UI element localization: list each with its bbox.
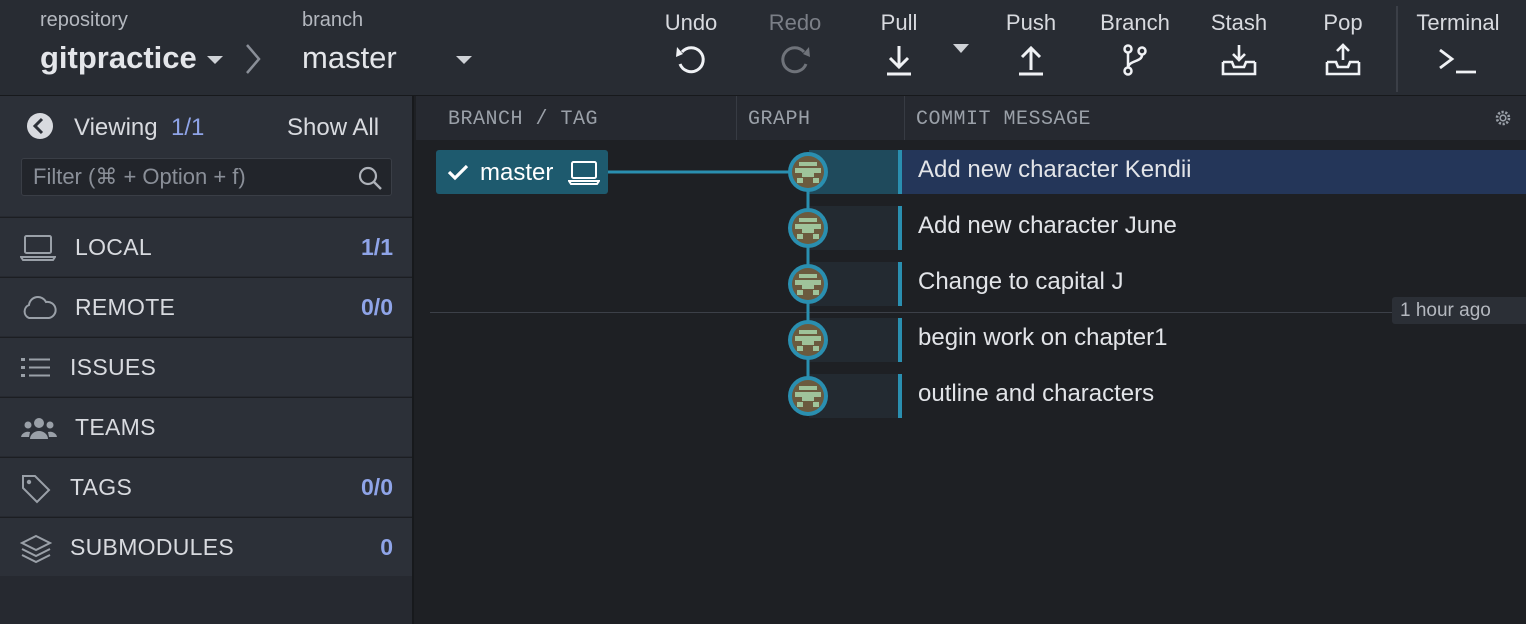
commit-message[interactable]: begin work on chapter1 bbox=[918, 324, 1168, 352]
laptop-icon bbox=[20, 235, 56, 261]
pop-label: Pop bbox=[1323, 10, 1363, 35]
column-header: BRANCH / TAG GRAPH COMMIT MESSAGE bbox=[416, 96, 1526, 140]
commit-node[interactable] bbox=[788, 320, 828, 360]
sidebar-section-teams[interactable]: TEAMS bbox=[0, 397, 412, 456]
redo-label: Redo bbox=[768, 10, 822, 35]
section-label-remote: REMOTE bbox=[75, 294, 176, 320]
section-label-teams: TEAMS bbox=[75, 414, 156, 440]
gear-icon[interactable] bbox=[1493, 108, 1513, 128]
sidebar-section-submodules[interactable]: SUBMODULES 0 bbox=[0, 517, 412, 576]
branch-dropdown-icon[interactable] bbox=[456, 56, 472, 64]
pull-options-icon[interactable] bbox=[953, 44, 969, 53]
checkmark-icon bbox=[447, 164, 469, 181]
sidebar-section-tags[interactable]: TAGS 0/0 bbox=[0, 457, 412, 516]
repository-name[interactable]: gitpractice bbox=[40, 40, 197, 76]
stash-label: Stash bbox=[1210, 10, 1268, 35]
search-icon bbox=[358, 166, 382, 190]
filter-input[interactable] bbox=[21, 158, 392, 196]
sidebar-section-local[interactable]: LOCAL 1/1 bbox=[0, 217, 412, 276]
commit-message[interactable]: Add new character June bbox=[918, 212, 1177, 240]
toolbar-divider bbox=[1396, 6, 1398, 92]
layers-icon bbox=[20, 534, 52, 564]
sidebar-section-issues[interactable]: ISSUES bbox=[0, 337, 412, 396]
undo-button[interactable]: Undo bbox=[646, 10, 736, 90]
cloud-icon bbox=[23, 296, 57, 319]
sidebar-section-remote[interactable]: REMOTE 0/0 bbox=[0, 277, 412, 336]
viewing-count: 1/1 bbox=[171, 114, 205, 141]
sidebar: Viewing 1/1 Show All LOCAL 1/1 REMOTE 0/… bbox=[0, 96, 414, 624]
stash-icon bbox=[1221, 45, 1257, 76]
chevron-right-icon bbox=[246, 44, 261, 74]
pull-label: Pull bbox=[880, 10, 918, 35]
terminal-icon bbox=[1439, 48, 1476, 74]
section-count-local: 1/1 bbox=[361, 234, 393, 260]
pop-icon bbox=[1325, 43, 1361, 76]
commit-node[interactable] bbox=[788, 264, 828, 304]
tag-icon bbox=[22, 475, 51, 504]
show-all-button[interactable]: Show All bbox=[287, 114, 379, 142]
redo-icon bbox=[781, 46, 810, 74]
terminal-label: Terminal bbox=[1416, 10, 1500, 35]
toolbar: repository gitpractice branch master Und… bbox=[0, 0, 1526, 96]
commit-node[interactable] bbox=[788, 152, 828, 192]
column-graph[interactable]: GRAPH bbox=[748, 108, 811, 131]
column-branch-tag[interactable]: BRANCH / TAG bbox=[448, 108, 598, 131]
branch-tag-master[interactable]: master bbox=[436, 150, 608, 194]
commit-message[interactable]: outline and characters bbox=[918, 380, 1154, 408]
undo-icon bbox=[676, 46, 705, 74]
terminal-button[interactable]: Terminal bbox=[1410, 10, 1506, 90]
repository-dropdown-icon[interactable] bbox=[207, 56, 223, 64]
list-icon bbox=[21, 358, 50, 377]
repository-label: repository bbox=[40, 9, 128, 31]
push-button[interactable]: Push bbox=[986, 10, 1076, 90]
column-divider[interactable] bbox=[904, 96, 905, 140]
pop-button[interactable]: Pop bbox=[1298, 10, 1388, 90]
pull-icon bbox=[887, 46, 911, 76]
pull-button[interactable]: Pull bbox=[854, 10, 944, 90]
branch-tag-label: master bbox=[480, 159, 554, 186]
commit-node[interactable] bbox=[788, 208, 828, 248]
git-branch-icon bbox=[1123, 44, 1147, 76]
commit-message[interactable]: Change to capital J bbox=[918, 268, 1123, 296]
column-divider[interactable] bbox=[736, 96, 737, 140]
branch-button-label: Branch bbox=[1100, 10, 1170, 35]
section-label-submodules: SUBMODULES bbox=[70, 534, 235, 560]
push-label: Push bbox=[1005, 10, 1057, 35]
section-label-local: LOCAL bbox=[75, 234, 152, 260]
section-count-submodules: 0 bbox=[380, 534, 393, 560]
laptop-icon bbox=[568, 161, 600, 185]
commit-node[interactable] bbox=[788, 376, 828, 416]
branch-label: branch bbox=[302, 9, 364, 31]
stash-button[interactable]: Stash bbox=[1194, 10, 1284, 90]
viewing-panel: Viewing 1/1 Show All bbox=[0, 96, 412, 216]
undo-label: Undo bbox=[664, 10, 718, 35]
branch-name[interactable]: master bbox=[302, 40, 397, 76]
redo-button[interactable]: Redo bbox=[750, 10, 840, 90]
section-label-tags: TAGS bbox=[70, 474, 133, 500]
section-label-issues: ISSUES bbox=[70, 354, 157, 380]
back-arrow-icon[interactable] bbox=[26, 112, 54, 140]
team-icon bbox=[21, 418, 57, 439]
viewing-label: Viewing bbox=[74, 114, 158, 141]
section-count-remote: 0/0 bbox=[361, 294, 393, 320]
branch-button[interactable]: Branch bbox=[1090, 10, 1180, 90]
time-marker: 1 hour ago bbox=[1392, 297, 1526, 324]
column-commit-message[interactable]: COMMIT MESSAGE bbox=[916, 108, 1091, 131]
commit-message[interactable]: Add new character Kendii bbox=[918, 156, 1192, 184]
section-count-tags: 0/0 bbox=[361, 474, 393, 500]
commit-graph-panel: BRANCH / TAG GRAPH COMMIT MESSAGE 1 hour… bbox=[416, 96, 1526, 624]
push-icon bbox=[1019, 45, 1043, 76]
